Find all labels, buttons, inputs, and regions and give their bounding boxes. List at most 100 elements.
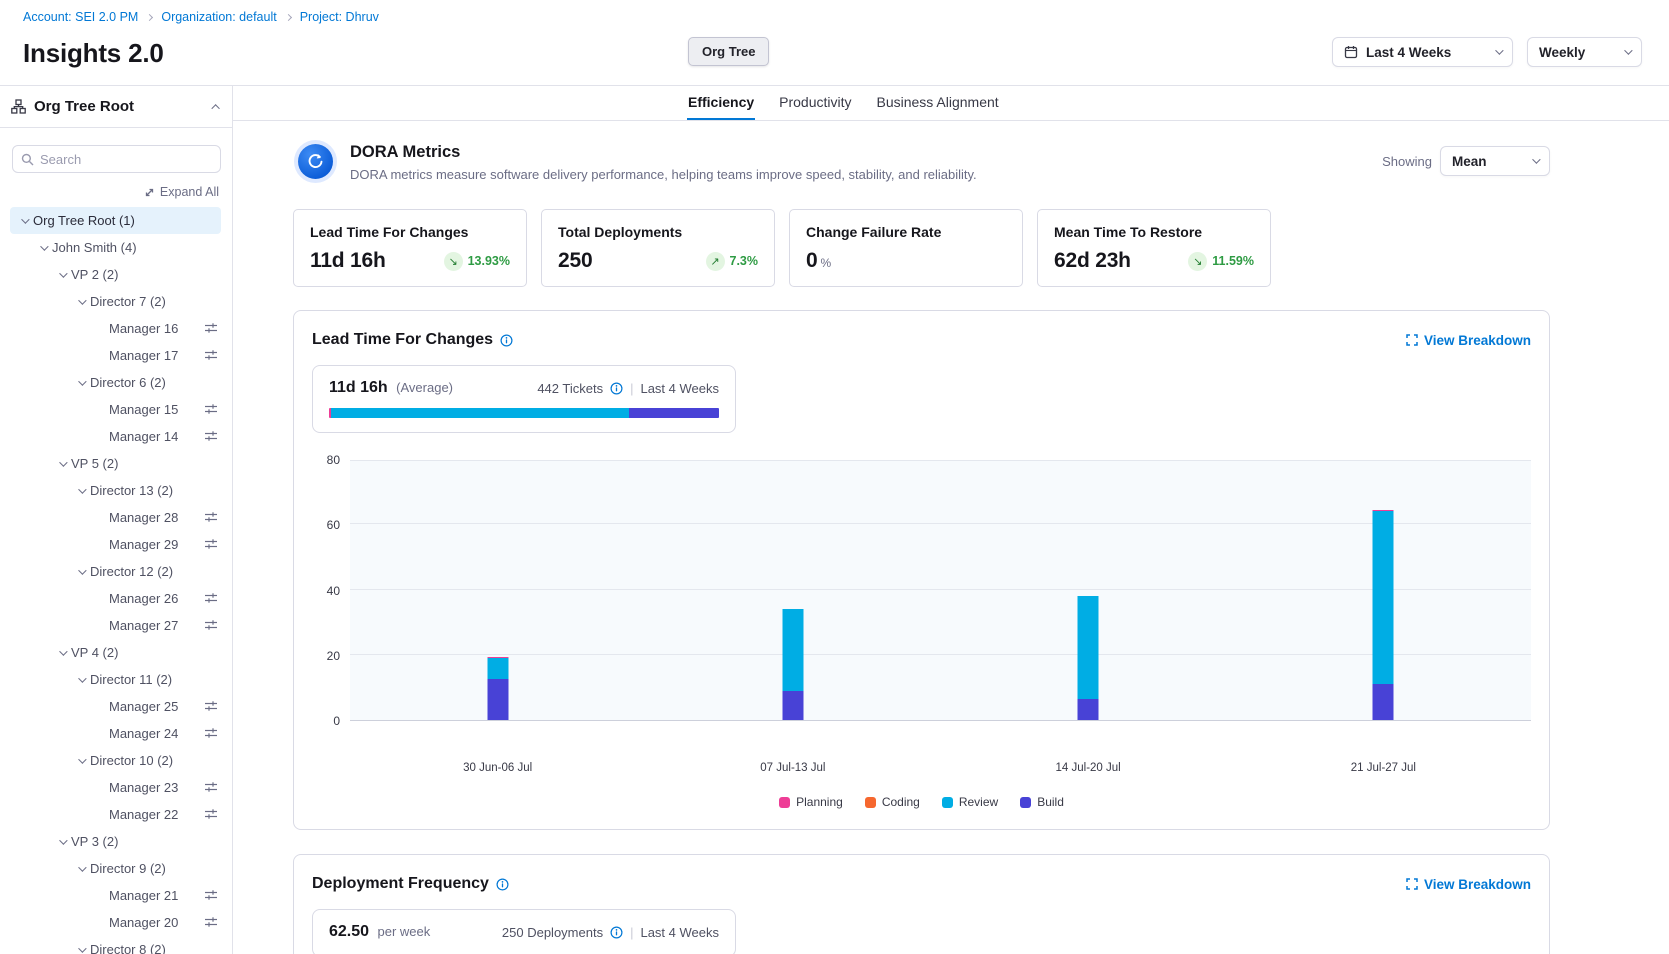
- chevron-down-icon[interactable]: [71, 677, 90, 683]
- lead-time-view-breakdown-link[interactable]: View Breakdown: [1406, 333, 1531, 348]
- legend-item-coding[interactable]: Coding: [865, 795, 920, 809]
- sliders-icon[interactable]: [204, 699, 218, 713]
- tree-item[interactable]: Manager 23: [0, 774, 232, 801]
- chevron-down-icon[interactable]: [52, 272, 71, 278]
- chevron-down-icon[interactable]: [71, 866, 90, 872]
- info-icon[interactable]: [500, 334, 513, 347]
- tree-item[interactable]: Manager 14: [0, 423, 232, 450]
- workspace: Org Tree Root Expand All Org Tree Root (…: [0, 85, 1669, 954]
- chevron-down-icon[interactable]: [52, 650, 71, 656]
- chevron-down-icon[interactable]: [71, 488, 90, 494]
- sliders-icon[interactable]: [204, 726, 218, 740]
- tree-item[interactable]: Manager 22: [0, 801, 232, 828]
- tree-item[interactable]: Director 13 (2): [0, 477, 232, 504]
- x-axis: 30 Jun-06 Jul07 Jul-13 Jul14 Jul-20 Jul2…: [312, 748, 1531, 782]
- tree-item[interactable]: Manager 28: [0, 504, 232, 531]
- tree-item[interactable]: Director 7 (2): [0, 288, 232, 315]
- tree-item[interactable]: Manager 20: [0, 909, 232, 936]
- tree-item[interactable]: VP 4 (2): [0, 639, 232, 666]
- tree-item[interactable]: Manager 15: [0, 396, 232, 423]
- tree-item[interactable]: Manager 25: [0, 693, 232, 720]
- info-icon[interactable]: [610, 926, 623, 939]
- tree-item[interactable]: Director 12 (2): [0, 558, 232, 585]
- period-label: Last 4 Weeks: [640, 925, 719, 940]
- sliders-icon[interactable]: [204, 348, 218, 362]
- y-tick-label: 40: [327, 584, 340, 598]
- chevron-down-icon[interactable]: [71, 380, 90, 386]
- chevron-down-icon[interactable]: [71, 947, 90, 953]
- chevron-down-icon[interactable]: [14, 218, 33, 224]
- tree-item[interactable]: John Smith (4): [0, 234, 232, 261]
- tree-item[interactable]: VP 2 (2): [0, 261, 232, 288]
- chevron-down-icon[interactable]: [52, 839, 71, 845]
- info-icon[interactable]: [496, 878, 509, 891]
- sliders-icon[interactable]: [204, 618, 218, 632]
- chevron-down-icon[interactable]: [52, 461, 71, 467]
- chevron-down-icon[interactable]: [71, 299, 90, 305]
- breadcrumb-project-link[interactable]: Project: Dhruv: [300, 10, 379, 24]
- search-input[interactable]: [40, 152, 212, 167]
- chevron-down-icon[interactable]: [71, 758, 90, 764]
- time-range-select[interactable]: Last 4 Weeks: [1332, 37, 1513, 67]
- tickets-count: 442 Tickets: [537, 381, 603, 396]
- breadcrumb-account-link[interactable]: Account: SEI 2.0 PM: [23, 10, 138, 24]
- tab-business-alignment[interactable]: Business Alignment: [876, 86, 1000, 120]
- granularity-select[interactable]: Weekly: [1527, 37, 1642, 67]
- legend-item-review[interactable]: Review: [942, 795, 998, 809]
- breadcrumb-organization-link[interactable]: Organization: default: [161, 10, 276, 24]
- sliders-icon[interactable]: [204, 321, 218, 335]
- review-bar-segment: [1373, 511, 1394, 684]
- tree-item[interactable]: Manager 21: [0, 882, 232, 909]
- tree-item[interactable]: VP 5 (2): [0, 450, 232, 477]
- tree-item[interactable]: Manager 24: [0, 720, 232, 747]
- stacked-bar[interactable]: [782, 609, 803, 720]
- legend-item-planning[interactable]: Planning: [779, 795, 843, 809]
- tree-item[interactable]: Manager 16: [0, 315, 232, 342]
- review-bar-segment: [782, 609, 803, 691]
- tree-item[interactable]: Manager 17: [0, 342, 232, 369]
- stacked-bar[interactable]: [1078, 596, 1099, 720]
- stacked-bar[interactable]: [1373, 510, 1394, 720]
- sliders-icon[interactable]: [204, 915, 218, 929]
- tree-item[interactable]: Director 10 (2): [0, 747, 232, 774]
- x-tick-label: 07 Jul-13 Jul: [760, 762, 825, 774]
- tree-item[interactable]: Director 6 (2): [0, 369, 232, 396]
- legend-label: Planning: [796, 795, 843, 809]
- legend-item-build[interactable]: Build: [1020, 795, 1064, 809]
- collapse-chevron-up-icon[interactable]: [211, 104, 219, 112]
- tree-item[interactable]: Director 9 (2): [0, 855, 232, 882]
- tree-item[interactable]: Manager 26: [0, 585, 232, 612]
- sliders-icon[interactable]: [204, 510, 218, 524]
- tree-item[interactable]: Director 8 (2): [0, 936, 232, 954]
- tree-item[interactable]: Manager 29: [0, 531, 232, 558]
- tree-item-label: VP 3 (2): [71, 834, 118, 849]
- sliders-icon[interactable]: [204, 780, 218, 794]
- info-icon[interactable]: [610, 382, 623, 395]
- legend-swatch: [779, 797, 790, 808]
- sliders-icon[interactable]: [204, 402, 218, 416]
- y-tick-label: 0: [333, 714, 340, 728]
- expand-breakdown-icon: [1406, 334, 1418, 346]
- tree-item[interactable]: Manager 27: [0, 612, 232, 639]
- sliders-icon[interactable]: [204, 537, 218, 551]
- tab-productivity[interactable]: Productivity: [778, 86, 852, 120]
- showing-label: Showing: [1382, 154, 1432, 169]
- tree-item[interactable]: Org Tree Root (1): [10, 207, 221, 234]
- expand-all-button[interactable]: Expand All: [0, 185, 219, 199]
- chevron-down-icon[interactable]: [71, 569, 90, 575]
- trend-down-icon: ↘: [444, 252, 463, 271]
- sliders-icon[interactable]: [204, 429, 218, 443]
- showing-select[interactable]: Mean: [1440, 146, 1550, 176]
- tab-efficiency[interactable]: Efficiency: [687, 86, 755, 120]
- deployment-view-breakdown-link[interactable]: View Breakdown: [1406, 877, 1531, 892]
- stacked-bar[interactable]: [487, 657, 508, 720]
- view-breakdown-label: View Breakdown: [1424, 877, 1531, 892]
- sliders-icon[interactable]: [204, 591, 218, 605]
- chart-legend: Planning Coding Review Build: [312, 795, 1531, 809]
- tree-item[interactable]: Director 11 (2): [0, 666, 232, 693]
- chevron-down-icon[interactable]: [33, 245, 52, 251]
- tree-item[interactable]: VP 3 (2): [0, 828, 232, 855]
- org-tree-button[interactable]: Org Tree: [688, 37, 769, 66]
- sliders-icon[interactable]: [204, 807, 218, 821]
- sliders-icon[interactable]: [204, 888, 218, 902]
